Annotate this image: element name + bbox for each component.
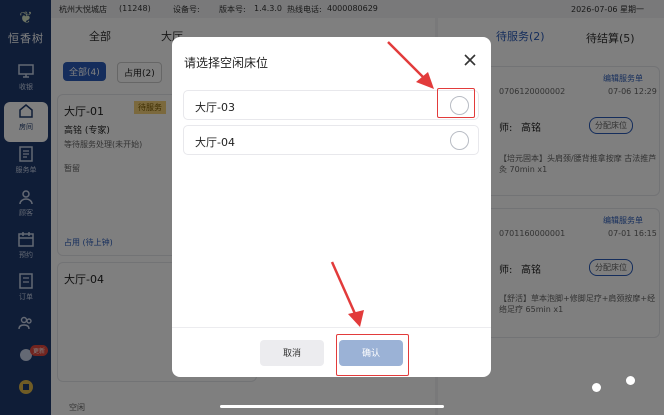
radio-button[interactable] [450,131,469,150]
floating-dot [626,376,635,385]
bed-option[interactable]: 大厅-03 [183,90,479,120]
arrow-icon [387,41,434,89]
close-icon[interactable] [461,51,479,69]
bed-option-label: 大厅-03 [195,101,235,114]
cancel-button[interactable]: 取消 [260,340,324,366]
dialog-title: 请选择空闲床位 [184,56,269,70]
floating-dot [592,383,601,392]
highlight-box [336,334,409,376]
arrow-icon [330,261,364,327]
home-indicator [220,405,444,408]
highlight-box [437,88,475,118]
bed-option-label: 大厅-04 [195,136,235,149]
bed-option[interactable]: 大厅-04 [183,125,479,155]
